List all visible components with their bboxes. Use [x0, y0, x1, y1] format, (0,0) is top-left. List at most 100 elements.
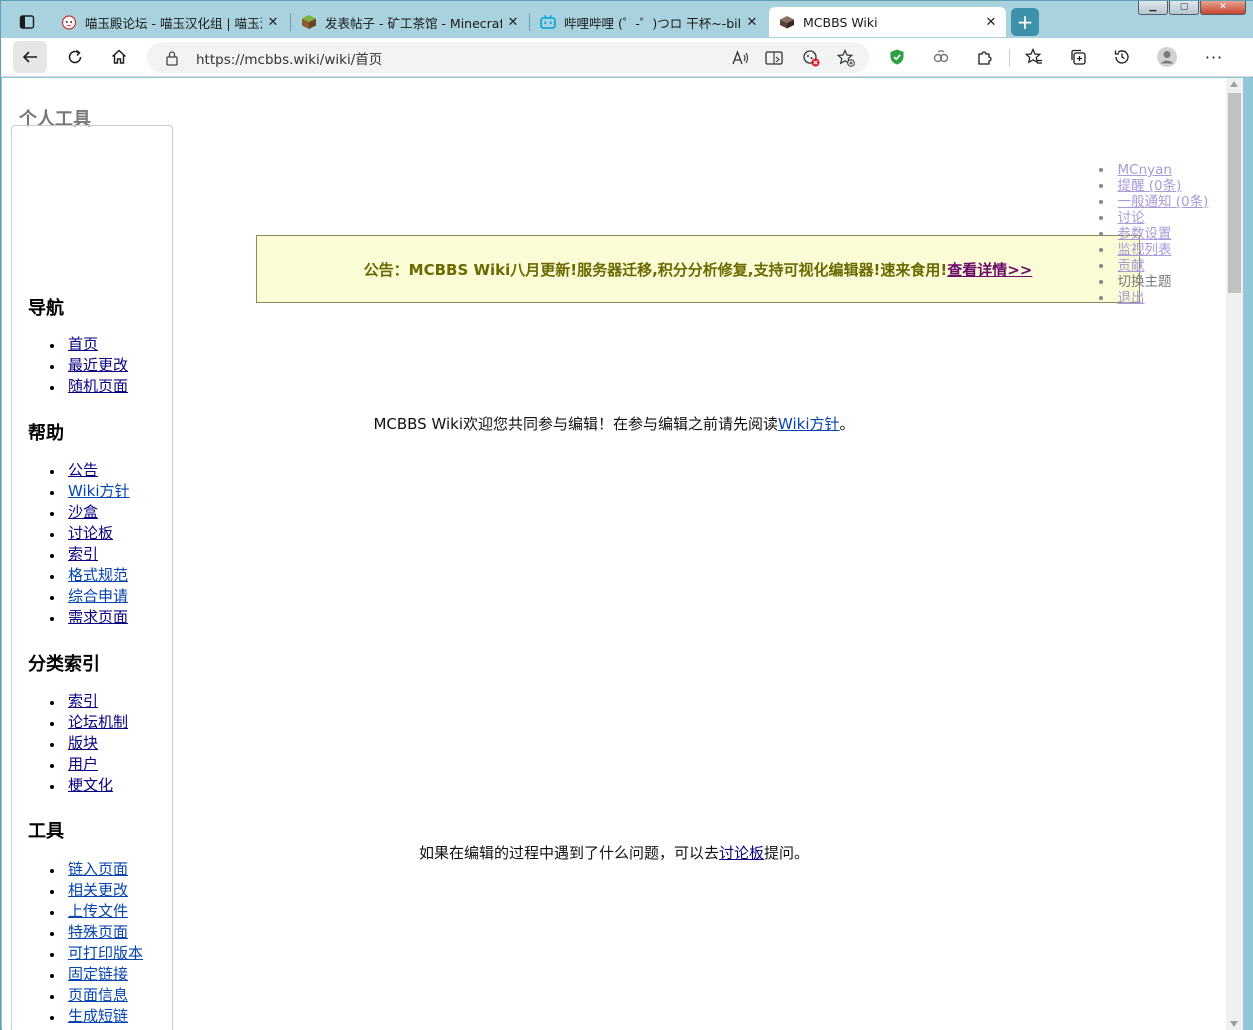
personal-tool-link[interactable]: 讨论 [1118, 210, 1145, 226]
close-tab-icon[interactable]: ✕ [980, 15, 1002, 30]
minimize-button[interactable]: ▁ [1138, 1, 1168, 15]
nav-link[interactable]: Wiki方针 [68, 482, 130, 500]
nav-link[interactable]: 需求页面 [68, 608, 128, 626]
close-tab-icon[interactable]: ✕ [741, 15, 763, 30]
personal-tool-link[interactable]: 提醒 (0条) [1118, 178, 1182, 194]
nav-link[interactable]: 讨论板 [68, 524, 113, 542]
personal-tool-user[interactable]: MCnyan [1099, 162, 1208, 178]
personal-tool-preferences[interactable]: 参数设置 [1099, 226, 1208, 242]
discussion-board-link[interactable]: 讨论板 [719, 844, 764, 862]
nav-item[interactable]: 综合申请 [50, 586, 130, 607]
back-button[interactable] [13, 41, 47, 73]
nav-item[interactable]: 讨论板 [50, 523, 130, 544]
favorites-button[interactable] [1017, 41, 1051, 73]
tab-actions-button[interactable] [10, 8, 44, 36]
nav-link[interactable]: 用户 [68, 755, 98, 773]
scroll-up-arrow-icon[interactable] [1230, 81, 1238, 87]
tab-3[interactable]: MCBBS Wiki ✕ [769, 7, 1006, 37]
new-tab-button[interactable]: + [1011, 8, 1039, 36]
settings-more-button[interactable]: ··· [1197, 41, 1231, 73]
personal-tool-link[interactable]: 监视列表 [1118, 242, 1172, 258]
nav-link[interactable]: 页面信息 [68, 986, 128, 1004]
personal-tool-link[interactable]: 参数设置 [1118, 226, 1172, 242]
close-window-button[interactable]: ✕ [1200, 1, 1246, 15]
personal-tool-link[interactable]: 退出 [1118, 290, 1145, 306]
nav-link[interactable]: 版块 [68, 734, 98, 752]
nav-item[interactable]: 沙盒 [50, 502, 130, 523]
nav-link[interactable]: 随机页面 [68, 377, 128, 395]
notice-more-link[interactable]: 查看详情>> [947, 259, 1032, 280]
nav-item[interactable]: 需求页面 [50, 607, 130, 628]
personal-tool-text[interactable]: 切换主题 [1118, 274, 1172, 290]
nav-link[interactable]: 综合申请 [68, 587, 128, 605]
nav-link[interactable]: 固定链接 [68, 965, 128, 983]
tab-1[interactable]: 发表帖子 - 矿工茶馆 - Minecraft(我 ✕ [291, 7, 528, 37]
nav-item[interactable]: 索引 [50, 544, 130, 565]
nav-item[interactable]: 版块 [50, 733, 128, 754]
personal-tool-general-notices[interactable]: 一般通知 (0条) [1099, 194, 1209, 210]
home-button[interactable] [102, 41, 136, 73]
nav-link[interactable]: 索引 [68, 692, 98, 710]
profile-button[interactable] [1150, 41, 1184, 73]
history-button[interactable] [1105, 41, 1139, 73]
nav-link[interactable]: 索引 [68, 545, 98, 563]
maximize-button[interactable]: ▢ [1169, 1, 1199, 15]
nav-item[interactable]: 公告 [50, 460, 130, 481]
nav-link[interactable]: 论坛机制 [68, 713, 128, 731]
nav-item[interactable]: Wiki方针 [50, 481, 130, 502]
nav-link[interactable]: 特殊页面 [68, 923, 128, 941]
nav-item[interactable]: 随机页面 [50, 376, 128, 397]
scroll-down-arrow-icon[interactable] [1230, 1021, 1238, 1027]
close-tab-icon[interactable]: ✕ [502, 15, 524, 30]
nav-item[interactable]: 索引 [50, 691, 128, 712]
nav-item[interactable]: 最近更改 [50, 355, 128, 376]
nav-link[interactable]: 相关更改 [68, 881, 128, 899]
nav-link[interactable]: 最近更改 [68, 356, 128, 374]
url-text[interactable]: https://mcbbs.wiki/wiki/首页 [196, 48, 382, 68]
nav-item[interactable]: 可打印版本 [50, 943, 143, 964]
scrollbar-thumb[interactable] [1228, 93, 1241, 293]
personal-tool-talk[interactable]: 讨论 [1099, 210, 1208, 226]
nav-item[interactable]: 梗文化 [50, 775, 128, 796]
lock-icon[interactable] [164, 50, 180, 66]
personal-tool-notifications[interactable]: 提醒 (0条) [1099, 178, 1208, 194]
personal-tool-switch-theme[interactable]: 切换主题 [1099, 274, 1208, 290]
collections-button[interactable] [1061, 41, 1095, 73]
refresh-button[interactable] [58, 41, 92, 73]
nav-item[interactable]: 相关更改 [50, 880, 143, 901]
personal-tool-watchlist[interactable]: 监视列表 [1099, 242, 1208, 258]
nav-item[interactable]: 首页 [50, 334, 128, 355]
personal-tool-contributions[interactable]: 贡献 [1099, 258, 1208, 274]
close-tab-icon[interactable]: ✕ [262, 15, 284, 30]
personal-tool-link[interactable]: MCnyan [1118, 162, 1172, 178]
read-aloud-icon[interactable] [731, 49, 749, 67]
tab-2[interactable]: 哔哩哔哩 (゜-゜)つロ 干杯~-bilibili ✕ [530, 7, 767, 37]
nav-link[interactable]: 公告 [68, 461, 98, 479]
extensions-button[interactable] [968, 41, 1002, 73]
page-scrollbar[interactable] [1226, 78, 1243, 1030]
nav-link[interactable]: 可打印版本 [68, 944, 143, 962]
nav-item[interactable]: 生成短链 [50, 1006, 143, 1027]
reader-view-icon[interactable] [765, 49, 783, 67]
nav-item[interactable]: 格式规范 [50, 565, 130, 586]
nav-item[interactable]: 上传文件 [50, 901, 143, 922]
nav-item[interactable]: 用户 [50, 754, 128, 775]
shield-extension-button[interactable] [880, 41, 914, 73]
personal-tool-link[interactable]: 贡献 [1118, 258, 1145, 274]
policy-link[interactable]: Wiki方针 [778, 415, 840, 433]
nav-link[interactable]: 梗文化 [68, 776, 113, 794]
personal-tool-logout[interactable]: 退出 [1099, 290, 1208, 306]
nav-item[interactable]: 固定链接 [50, 964, 143, 985]
nav-item[interactable]: 论坛机制 [50, 712, 128, 733]
nav-link[interactable]: 生成短链 [68, 1007, 128, 1025]
nav-link[interactable]: 沙盒 [68, 503, 98, 521]
extension-button[interactable] [924, 41, 958, 73]
nav-item[interactable]: 特殊页面 [50, 922, 143, 943]
tracking-blocked-icon[interactable] [802, 49, 820, 67]
nav-link[interactable]: 首页 [68, 335, 98, 353]
add-favorite-icon[interactable] [837, 49, 855, 67]
address-bar[interactable]: https://mcbbs.wiki/wiki/首页 [147, 42, 869, 73]
nav-link[interactable]: 格式规范 [68, 566, 128, 584]
nav-link[interactable]: 上传文件 [68, 902, 128, 920]
tab-0[interactable]: 喵玉殿论坛 - 喵玉汉化组 | 喵玉汉化 ✕ [51, 7, 288, 37]
